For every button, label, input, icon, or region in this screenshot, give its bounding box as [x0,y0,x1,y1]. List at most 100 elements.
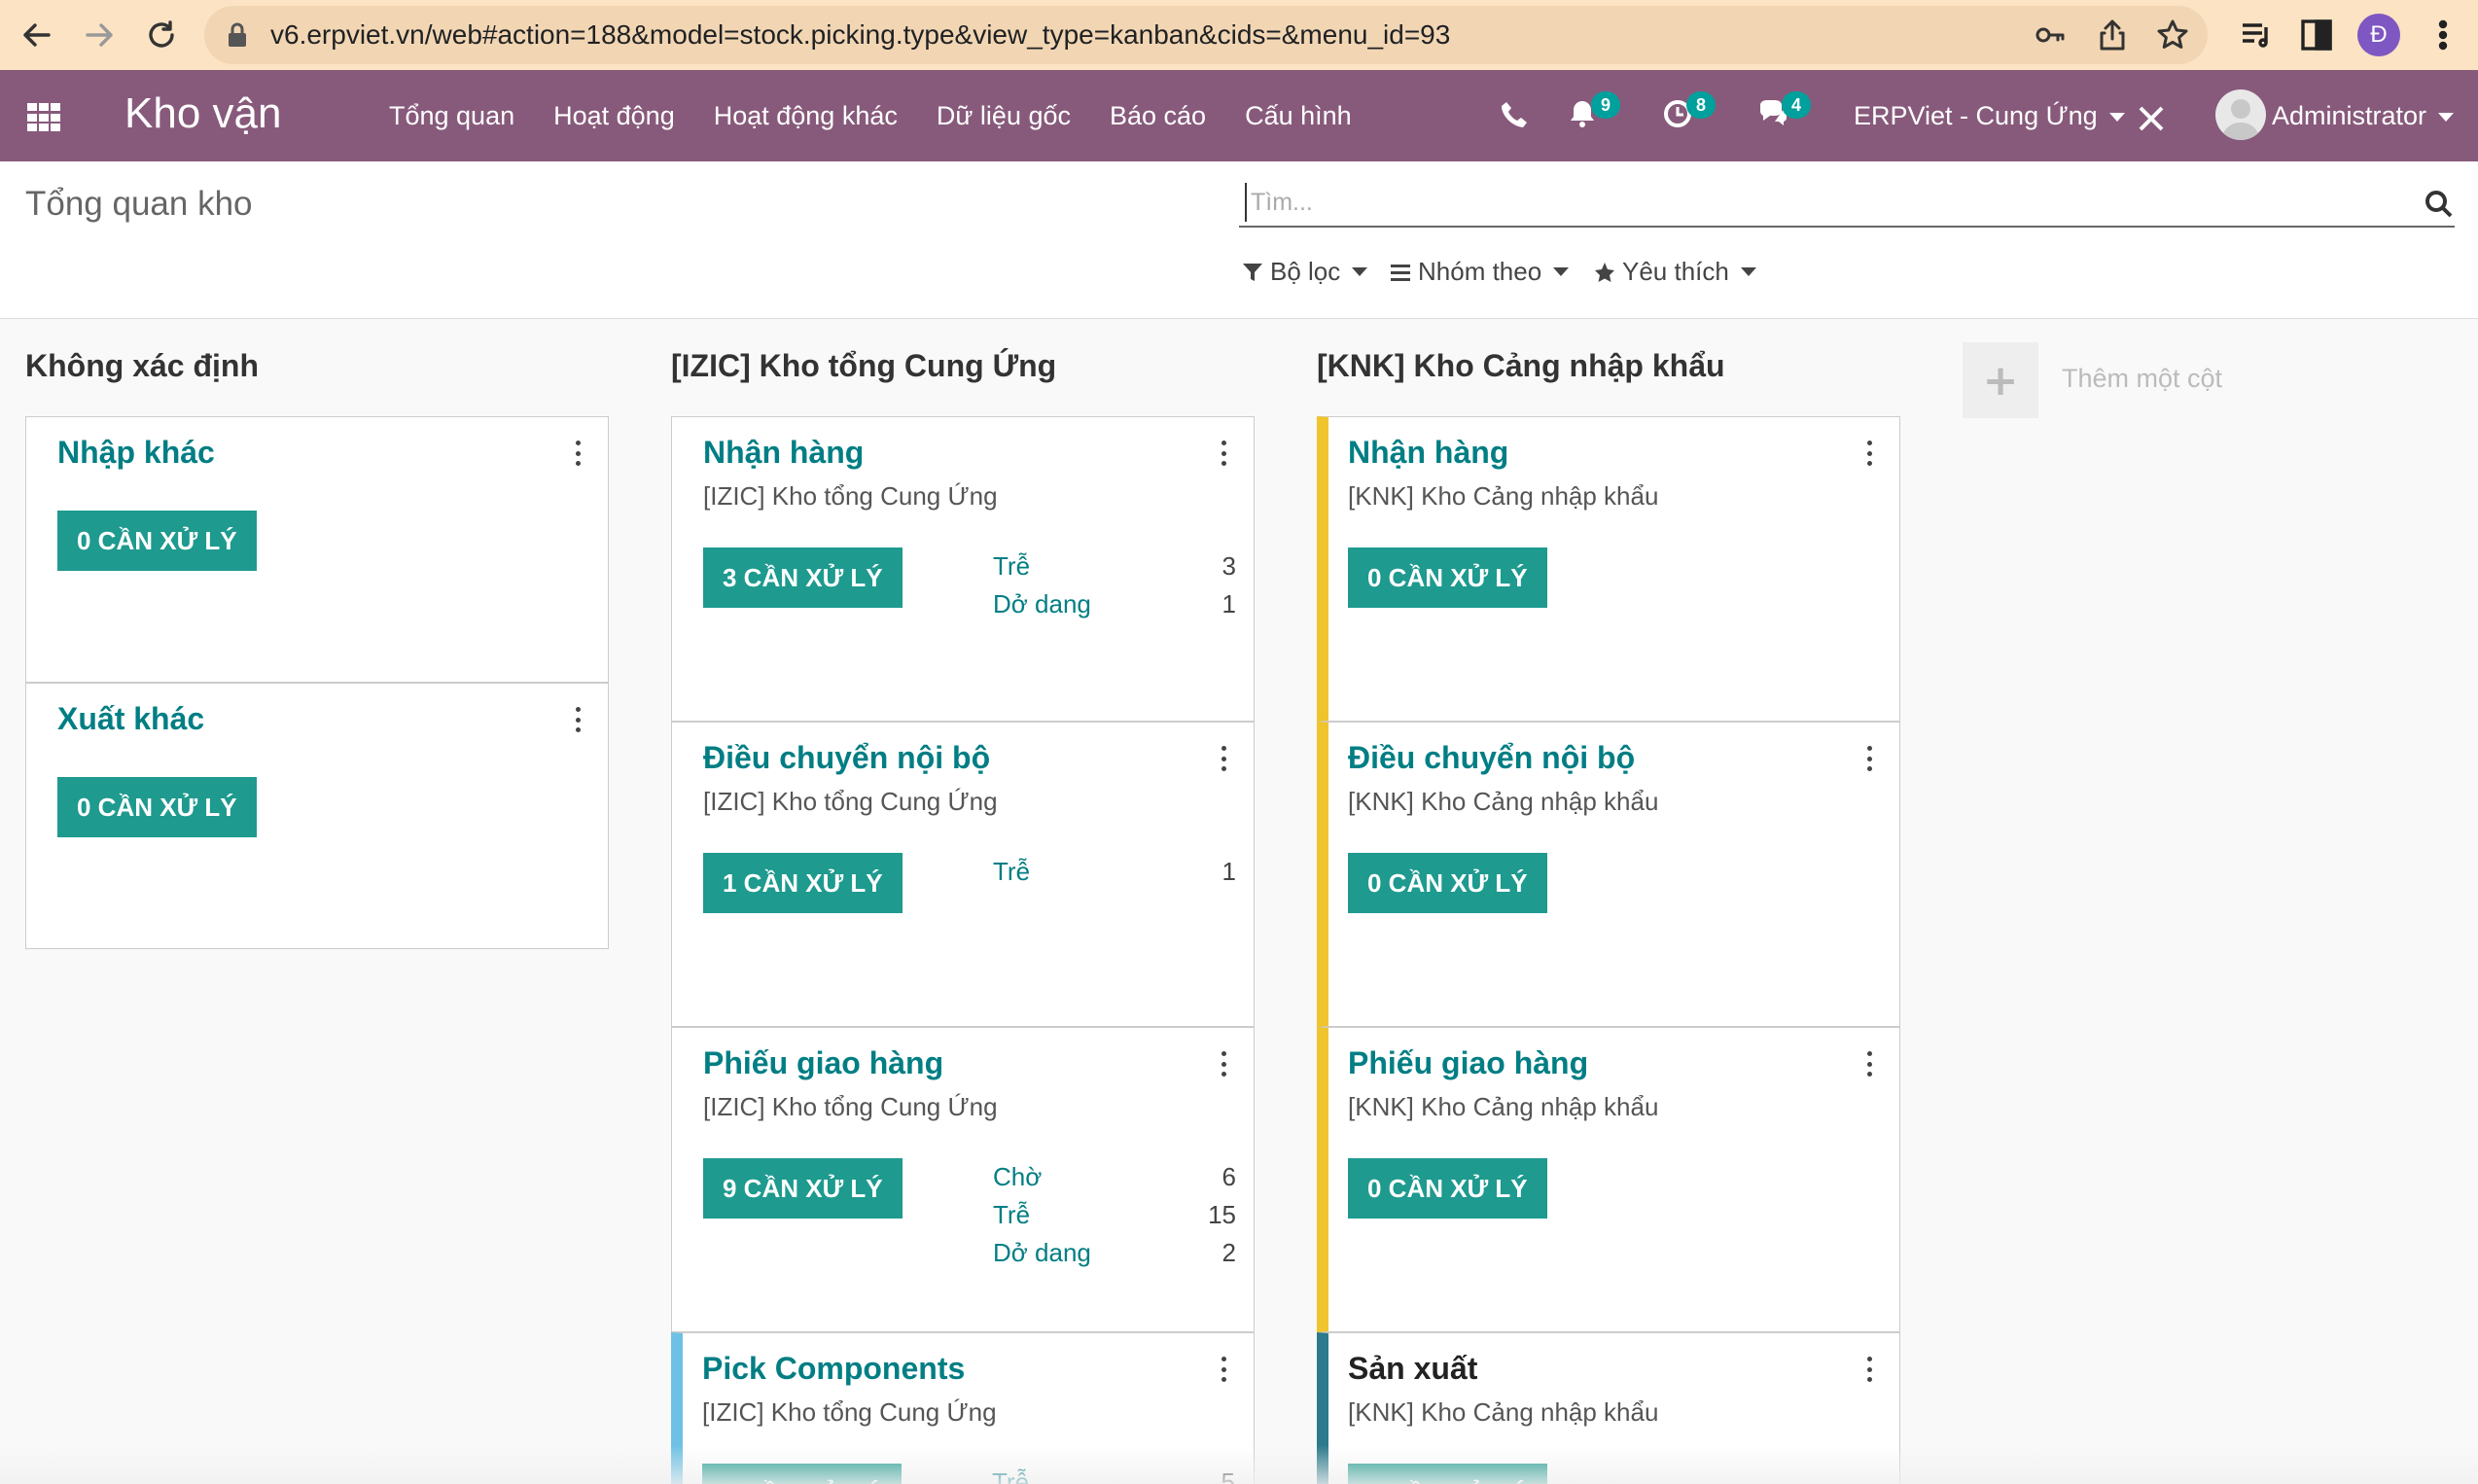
add-column-label[interactable]: Thêm một cột [2062,364,2222,394]
list-icon [1391,264,1410,281]
card-menu-icon[interactable] [1864,1051,1874,1077]
stat-label: Dở dang [993,1238,1091,1267]
activities-badge: 8 [1686,91,1716,119]
todo-button[interactable]: 0 CẦN XỬ LÝ [1348,548,1547,608]
stat-value: 5 [1221,1467,1235,1484]
todo-button[interactable]: 9 CẦN XỬ LÝ [703,1158,903,1219]
todo-button[interactable]: 0 CẦN XỬ LÝ [1348,1158,1547,1219]
stat-value: 15 [1208,1200,1236,1229]
menu-overview[interactable]: Tổng quan [389,101,514,131]
key-icon[interactable] [2033,18,2068,53]
user-menu[interactable]: Administrator [2272,101,2455,131]
card-title[interactable]: Điều chuyển nội bộ [1348,740,1635,776]
card-warehouse: [IZIC] Kho tổng Cung Ứng [703,481,998,511]
favorites-dropdown[interactable]: Yêu thích [1593,257,1756,287]
card-title[interactable]: Xuất khác [57,701,204,737]
menu-reports[interactable]: Báo cáo [1110,101,1206,131]
operation-card: Xuất khác 0 CẦN XỬ LÝ [25,683,609,949]
stat-value: 6 [1221,1162,1236,1191]
stat-row[interactable]: Trễ 1 [993,857,1236,894]
group-by-dropdown[interactable]: Nhóm theo [1389,257,1570,287]
stat-label: Dở dang [993,589,1091,618]
media-control-icon[interactable] [2237,16,2276,54]
side-panel-icon[interactable] [2297,16,2336,54]
reload-button[interactable] [138,12,185,58]
stat-row[interactable]: Trễ 3 [993,551,1236,588]
card-title[interactable]: Sản xuất [1348,1351,1477,1387]
user-avatar[interactable] [2215,89,2266,140]
card-menu-icon[interactable] [573,441,583,466]
todo-button[interactable]: 0 CẦN XỬ LÝ [57,777,257,837]
stat-row[interactable]: Chờ 6 [993,1162,1236,1199]
menu-operations[interactable]: Hoạt động [553,101,675,131]
breadcrumb-title: Tổng quan kho [25,185,253,223]
phone-icon[interactable] [1498,97,1531,134]
column-title: [IZIC] Kho tổng Cung Ứng [671,348,1057,383]
card-menu-icon[interactable] [1219,441,1228,466]
address-bar[interactable]: v6.erpviet.vn/web#action=188&model=stock… [204,6,2208,64]
card-menu-icon[interactable] [1864,441,1874,466]
operation-card: Điều chuyển nội bộ [KNK] Kho Cảng nhập k… [1317,722,1900,1027]
todo-button[interactable]: 3 CẦN XỬ LÝ [703,548,903,608]
filters-dropdown[interactable]: Bộ lọc [1241,257,1368,287]
share-icon[interactable] [2095,18,2130,53]
stat-value: 1 [1221,857,1236,886]
messages-button[interactable]: 4 [1756,91,1811,134]
notifications-button[interactable]: 9 [1566,91,1620,134]
todo-button[interactable]: 0 CẦN XỬ LÝ [57,511,257,571]
menu-master-data[interactable]: Dữ liệu gốc [937,101,1071,131]
card-title[interactable]: Phiếu giao hàng [703,1045,943,1081]
card-menu-icon[interactable] [573,707,583,732]
favorites-label: Yêu thích [1622,257,1729,286]
add-column-button[interactable]: + [1963,342,2038,418]
stat-row[interactable]: Trễ 5 [992,1467,1235,1484]
stat-label: Trễ [992,1467,1030,1484]
operation-card: Nhận hàng [KNK] Kho Cảng nhập khẩu 0 CẦN… [1317,416,1900,722]
stat-label: Trễ [993,857,1031,886]
card-menu-icon[interactable] [1219,1051,1228,1077]
card-title[interactable]: Phiếu giao hàng [1348,1045,1588,1081]
todo-button[interactable]: 0 CẦN XỬ LÝ [1348,1464,1547,1484]
bookmark-star-icon[interactable] [2155,18,2190,53]
card-title[interactable]: Nhận hàng [703,435,864,471]
stat-row[interactable]: Dở dang 2 [993,1238,1236,1275]
card-menu-icon[interactable] [1219,746,1228,771]
activities-button[interactable]: 8 [1661,91,1716,134]
app-name[interactable]: Kho vận [124,89,281,138]
card-warehouse: [KNK] Kho Cảng nhập khẩu [1348,787,1659,816]
main-navbar: Kho vận Tổng quan Hoạt động Hoạt động kh… [0,70,2478,161]
apps-menu-icon[interactable] [27,103,60,132]
company-switcher[interactable]: ERPViet - Cung Ứng [1854,101,2125,131]
search-input[interactable] [1245,183,2363,222]
card-menu-icon[interactable] [1864,746,1874,771]
menu-configuration[interactable]: Cấu hình [1245,101,1352,131]
url-text: v6.erpviet.vn/web#action=188&model=stock… [270,19,1451,50]
caret-down-icon [1740,267,1756,276]
arrow-right-icon [86,23,113,47]
filters-label: Bộ lọc [1270,257,1341,286]
debug-tools-icon[interactable] [2136,103,2167,134]
stat-label: Trễ [993,1200,1031,1229]
card-menu-icon[interactable] [1219,1357,1228,1382]
menu-other-operations[interactable]: Hoạt động khác [714,101,898,131]
profile-avatar[interactable]: Đ [2357,14,2400,56]
todo-button[interactable]: 5 CẦN XỬ LÝ [702,1464,902,1484]
search-icon[interactable] [2424,189,2455,220]
back-button[interactable] [14,12,60,58]
card-menu-icon[interactable] [1864,1357,1874,1382]
todo-button[interactable]: 1 CẦN XỬ LÝ [703,853,903,913]
card-title[interactable]: Pick Components [702,1351,965,1387]
control-panel: Tổng quan kho Bộ lọc Nhóm theo Yêu thích [0,161,2478,319]
forward-button[interactable] [76,12,123,58]
column-title: [KNK] Kho Cảng nhập khẩu [1317,348,1725,383]
stat-row[interactable]: Trễ 15 [993,1200,1236,1237]
stat-row[interactable]: Dở dang 1 [993,589,1236,626]
card-title[interactable]: Nhận hàng [1348,435,1508,471]
card-title[interactable]: Điều chuyển nội bộ [703,740,990,776]
todo-button[interactable]: 0 CẦN XỬ LÝ [1348,853,1547,913]
kebab-menu-icon[interactable] [2424,16,2462,54]
card-title[interactable]: Nhập khác [57,435,215,471]
caret-down-icon [1553,267,1570,276]
card-warehouse: [KNK] Kho Cảng nhập khẩu [1348,481,1659,511]
stat-value: 3 [1221,551,1236,581]
